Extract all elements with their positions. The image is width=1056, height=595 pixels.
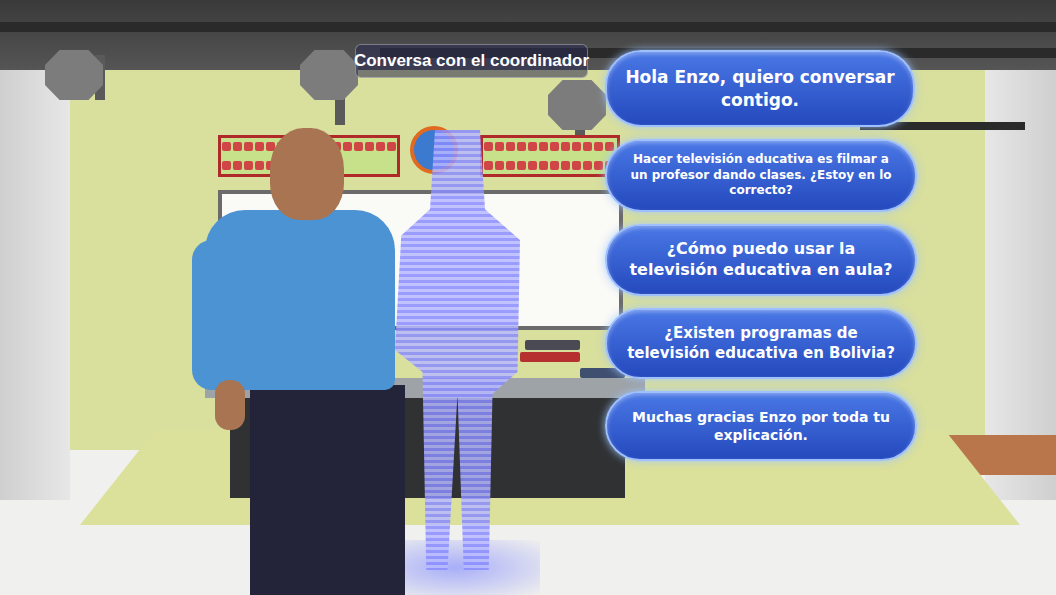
- studio-light-icon: [45, 50, 103, 100]
- panel-light: [561, 161, 570, 170]
- panel-light: [605, 142, 614, 151]
- dialog-option[interactable]: Muchas gracias Enzo por toda tu explicac…: [605, 391, 917, 461]
- panel-light: [528, 161, 537, 170]
- panel-light: [365, 142, 374, 151]
- panel-light: [539, 161, 548, 170]
- panel-light: [506, 142, 515, 151]
- panel-light: [594, 161, 603, 170]
- panel-light: [561, 142, 570, 151]
- studio-light-icon: [300, 50, 358, 100]
- panel-light: [244, 161, 253, 170]
- option-text[interactable]: Muchas gracias Enzo por toda tu explicac…: [623, 408, 899, 444]
- studio-light-icon: [548, 80, 606, 130]
- panel-light: [255, 142, 264, 151]
- panel-light: [376, 142, 385, 151]
- option-text[interactable]: ¿Cómo puedo usar la televisión educativa…: [623, 239, 899, 281]
- panel-light: [222, 142, 231, 151]
- left-wall: [0, 60, 70, 500]
- panel-light: [495, 142, 504, 151]
- panel-light: [387, 142, 396, 151]
- panel-light: [495, 161, 504, 170]
- panel-light: [550, 142, 559, 151]
- panel-light: [572, 142, 581, 151]
- option-text[interactable]: Hola Enzo, quiero conversar contigo.: [623, 66, 897, 110]
- panel-light: [550, 161, 559, 170]
- option-text[interactable]: ¿Existen programas de televisión educati…: [623, 324, 899, 363]
- panel-light: [484, 142, 493, 151]
- panel-light: [343, 142, 352, 151]
- player-head: [270, 128, 344, 220]
- panel-light: [354, 142, 363, 151]
- player-legs: [250, 385, 405, 595]
- panel-light: [233, 142, 242, 151]
- panel-light: [517, 161, 526, 170]
- panel-light: [594, 142, 603, 151]
- panel-light: [484, 161, 493, 170]
- game-scene: Conversa con el coordinador Hola Enzo, q…: [0, 0, 1056, 595]
- panel-light: [244, 142, 253, 151]
- panel-light: [233, 161, 242, 170]
- dialog-title: Conversa con el coordinador: [355, 44, 588, 78]
- book: [525, 340, 580, 350]
- panel-light: [539, 142, 548, 151]
- option-text[interactable]: Hacer televisión educativa es filmar a u…: [623, 152, 899, 199]
- panel-light: [506, 161, 515, 170]
- panel-light: [517, 142, 526, 151]
- panel-light: [528, 142, 537, 151]
- ceiling-rail: [0, 22, 1056, 32]
- dialog-options: Hola Enzo, quiero conversar contigo. Hace…: [605, 50, 917, 461]
- panel-light: [583, 161, 592, 170]
- dialog-option[interactable]: ¿Cómo puedo usar la televisión educativa…: [605, 224, 917, 296]
- dialog-option[interactable]: ¿Existen programas de televisión educati…: [605, 308, 917, 379]
- wall-panel: [480, 135, 620, 177]
- dialog-option[interactable]: Hola Enzo, quiero conversar contigo.: [605, 50, 915, 127]
- player-hand: [215, 380, 245, 430]
- dialog-option[interactable]: Hacer televisión educativa es filmar a u…: [605, 139, 917, 212]
- book: [520, 352, 580, 362]
- panel-light: [572, 161, 581, 170]
- panel-light: [583, 142, 592, 151]
- panel-light: [222, 161, 231, 170]
- panel-light: [255, 161, 264, 170]
- player-character: [205, 210, 395, 390]
